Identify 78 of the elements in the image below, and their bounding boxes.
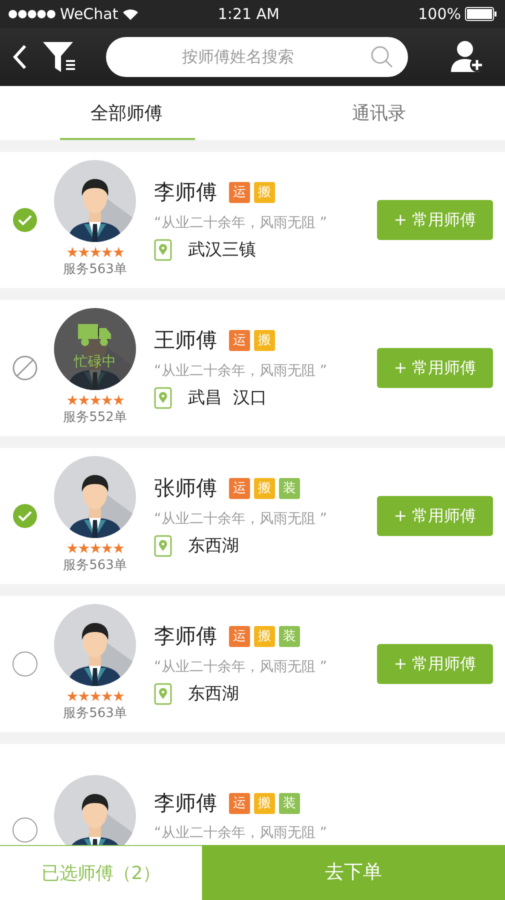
order-count: 服务563单 — [63, 557, 127, 576]
order-count: 服务552单 — [63, 409, 127, 428]
checked-checkbox[interactable] — [12, 503, 38, 529]
add-user-icon[interactable] — [451, 40, 485, 74]
service-tag: 搬 — [254, 478, 275, 500]
service-tag: 装 — [279, 626, 300, 648]
location-icon — [154, 239, 172, 262]
star-icon: ★ — [78, 394, 90, 408]
master-name: 王师傅 — [154, 327, 217, 354]
star-icon: ★ — [66, 246, 78, 260]
place-order-button[interactable]: 去下单 — [202, 845, 505, 900]
search-field[interactable]: 按师傅姓名搜索 — [106, 37, 408, 77]
carrier-name: WeChat — [60, 4, 118, 25]
service-tag: 运 — [229, 330, 250, 352]
motto-text: “从业二十余年，风雨无阻 ” — [154, 824, 328, 844]
time-text: 1:21 AM — [216, 4, 280, 25]
star-icon: ★ — [100, 542, 112, 556]
service-tag: 搬 — [254, 182, 275, 204]
location-text: 武汉三镇 — [188, 238, 256, 262]
location-text: 东西湖 — [188, 682, 239, 706]
motto-text: “从业二十余年，风雨无阻 ” — [154, 510, 328, 528]
add-favorite-button[interactable]: + 常用师傅 — [377, 200, 493, 240]
motto-text: “从业二十余年，风雨无阻 ” — [154, 214, 328, 232]
master-name: 李师傅 — [154, 179, 217, 206]
service-tag: 搬 — [254, 793, 275, 814]
service-tag: 运 — [229, 626, 250, 648]
wifi-icon — [122, 8, 140, 20]
search-icon[interactable] — [370, 45, 394, 69]
checkbox[interactable] — [12, 651, 38, 677]
star-icon: ★ — [100, 246, 112, 260]
star-icon: ★ — [89, 394, 101, 408]
service-tag: 运 — [229, 478, 250, 500]
avatar-icon: 忙碌中 — [54, 308, 136, 390]
star-icon: ★ — [78, 690, 90, 704]
add-favorite-button[interactable]: + 常用师傅 — [377, 644, 493, 684]
star-icon: ★ — [112, 690, 124, 704]
star-icon: ★ — [112, 542, 124, 556]
service-tag: 搬 — [254, 626, 275, 648]
motto-text: “从业二十余年，风雨无阻 ” — [154, 658, 328, 676]
add-favorite-button[interactable]: + 常用师傅 — [377, 496, 493, 536]
location-text: 东西湖 — [188, 534, 239, 558]
service-tag: 装 — [279, 478, 300, 500]
star-icon: ★ — [89, 246, 101, 260]
location-icon — [154, 683, 172, 706]
location-text: 武昌 汉口 — [188, 386, 267, 410]
master-name: 李师傅 — [154, 623, 217, 650]
location-icon — [154, 535, 172, 558]
service-tag: 运 — [229, 793, 250, 814]
star-icon: ★ — [89, 690, 101, 704]
star-icon: ★ — [66, 542, 78, 556]
battery-icon — [465, 7, 497, 21]
star-icon: ★ — [78, 542, 90, 556]
signal-icon: ●●●●● — [8, 6, 56, 22]
star-icon: ★ — [78, 246, 90, 260]
selected-count-button[interactable]: 已选师傅（2） — [0, 845, 202, 900]
order-count: 服务563单 — [63, 705, 127, 724]
service-tag: 搬 — [254, 330, 275, 352]
location-icon — [154, 387, 172, 410]
star-icon: ★ — [112, 246, 124, 260]
back-icon[interactable] — [12, 44, 28, 70]
tab[interactable]: 通讯录 — [252, 86, 505, 140]
battery-percent: 100% — [418, 4, 461, 25]
star-icon: ★ — [66, 394, 78, 408]
master-name: 张师傅 — [154, 475, 217, 502]
star-icon: ★ — [89, 542, 101, 556]
master-name: 李师傅 — [154, 790, 217, 817]
service-tag: 运 — [229, 182, 250, 204]
star-icon: ★ — [66, 690, 78, 704]
star-icon: ★ — [112, 394, 124, 408]
star-icon: ★ — [100, 690, 112, 704]
order-count: 服务563单 — [63, 261, 127, 280]
star-icon: ★ — [100, 394, 112, 408]
add-favorite-button[interactable]: + 常用师傅 — [377, 348, 493, 388]
checked-checkbox[interactable] — [12, 207, 38, 233]
motto-text: “从业二十余年，风雨无阻 ” — [154, 362, 328, 380]
service-tag: 装 — [279, 793, 300, 814]
checkbox[interactable] — [12, 817, 38, 843]
tab[interactable]: 全部师傅 — [0, 86, 252, 140]
